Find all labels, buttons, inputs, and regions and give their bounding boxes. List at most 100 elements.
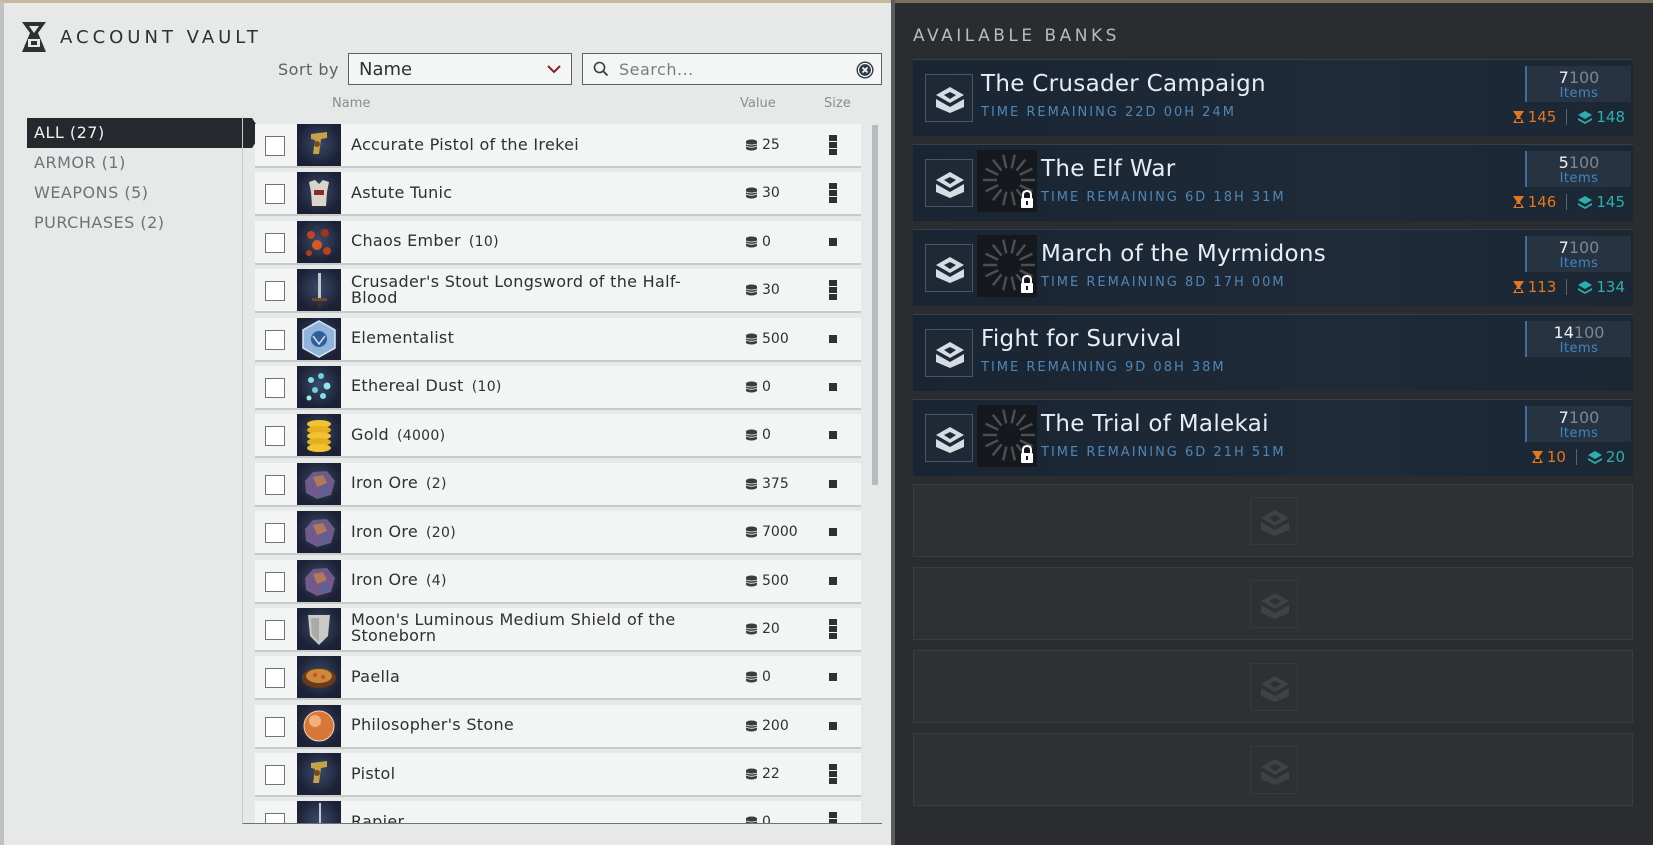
- item-list-scrollbar[interactable]: [872, 125, 878, 485]
- item-checkbox[interactable]: [265, 426, 285, 447]
- filter-all[interactable]: ALL (27): [27, 118, 262, 148]
- item-value-amount: 200: [762, 717, 789, 734]
- coin-stack-icon: [745, 816, 758, 823]
- item-checkbox[interactable]: [265, 329, 285, 350]
- bank-item-max: 100: [1573, 323, 1605, 342]
- item-quantity: (4000): [397, 427, 446, 444]
- item-checkbox[interactable]: [265, 716, 285, 737]
- bank-items-label: Items: [1559, 341, 1599, 356]
- item-checkbox[interactable]: [265, 619, 285, 640]
- item-row[interactable]: Chaos Ember (10) 0: [255, 220, 861, 263]
- vault-chest-icon: [1261, 593, 1289, 619]
- size-small-icon: [829, 237, 837, 246]
- item-checkbox[interactable]: [265, 377, 285, 398]
- gold-coins-icon: [307, 420, 331, 453]
- column-header-name[interactable]: Name: [332, 96, 370, 111]
- item-thumbnail: [297, 559, 341, 602]
- coin-stack-icon: [745, 187, 758, 199]
- item-name: Iron Ore: [351, 570, 419, 590]
- vault-logo-icon: [22, 22, 46, 52]
- item-thumbnail: [297, 801, 341, 823]
- search-input[interactable]: [619, 59, 849, 79]
- item-row[interactable]: Moon's Luminous Medium Shield of the Sto…: [255, 607, 861, 650]
- item-value: 0: [745, 801, 771, 823]
- filter-weapons[interactable]: WEAPONS (5): [27, 178, 252, 208]
- item-value: 500: [745, 560, 789, 602]
- size-tall-icon: [829, 183, 837, 204]
- lock-icon: [1021, 189, 1033, 208]
- item-checkbox[interactable]: [265, 765, 285, 786]
- empty-slot-icon-frame: [1250, 580, 1298, 628]
- bank-card[interactable]: Fight for Survival TIME REMAINING 9D 08H …: [913, 314, 1633, 391]
- item-thumbnail: [297, 704, 341, 747]
- item-row[interactable]: Astute Tunic 30: [255, 172, 861, 215]
- bank-items-label: Items: [1559, 256, 1599, 271]
- coin-stack-icon: [745, 575, 758, 587]
- filter-purchases[interactable]: PURCHASES (2): [27, 208, 252, 238]
- dust-icon: [306, 372, 331, 401]
- item-name: Elementalist: [351, 328, 455, 348]
- item-checkbox[interactable]: [265, 668, 285, 689]
- item-value-amount: 20: [762, 620, 780, 637]
- chest-stack-icon: [1578, 196, 1593, 209]
- item-row[interactable]: Accurate Pistol of the Irekei 25: [255, 124, 861, 166]
- orange-stat: 146: [1512, 193, 1556, 211]
- empty-slot-icon-frame: [1250, 663, 1298, 711]
- bank-item-count: 7: [1558, 238, 1569, 257]
- item-row[interactable]: Philosopher's Stone 200: [255, 704, 861, 747]
- item-row[interactable]: Iron Ore (4) 500: [255, 559, 861, 602]
- pistol-icon: [311, 132, 327, 154]
- item-checkbox[interactable]: [265, 813, 285, 823]
- item-row[interactable]: Ethereal Dust (10) 0: [255, 365, 861, 408]
- bank-card[interactable]: The Elf War TIME REMAINING 6D 18H 31M 5100…: [913, 144, 1633, 221]
- size-tall-icon: [829, 280, 837, 301]
- item-checkbox[interactable]: [265, 184, 285, 205]
- item-checkbox[interactable]: [265, 281, 285, 302]
- bank-stats: 145 148: [1512, 108, 1625, 126]
- search-box[interactable]: [582, 53, 882, 85]
- vault-title: ACCOUNT VAULT: [60, 26, 262, 48]
- bank-time-remaining: TIME REMAINING 22D 00H 24M: [981, 105, 1236, 120]
- item-name-cell: Ethereal Dust (10): [351, 366, 721, 408]
- bank-card[interactable]: The Trial of Malekai TIME REMAINING 6D 21…: [913, 399, 1633, 476]
- column-header-size[interactable]: Size: [824, 96, 851, 111]
- item-checkbox[interactable]: [265, 523, 285, 544]
- item-checkbox[interactable]: [265, 474, 285, 495]
- coin-stack-icon: [745, 429, 758, 441]
- orange-stat: 145: [1512, 108, 1556, 126]
- sort-label: Sort by: [278, 60, 340, 79]
- item-checkbox[interactable]: [265, 232, 285, 253]
- orange-stat-value: 10: [1546, 448, 1566, 466]
- item-thumbnail: [297, 317, 341, 360]
- item-name-cell: Accurate Pistol of the Irekei: [351, 124, 721, 166]
- item-quantity: (4): [426, 573, 447, 590]
- orange-stat-value: 113: [1527, 278, 1557, 296]
- item-row[interactable]: Gold (4000) 0: [255, 414, 861, 457]
- item-row[interactable]: Elementalist 500: [255, 317, 861, 360]
- clear-search-icon[interactable]: [855, 60, 875, 80]
- bank-card[interactable]: The Crusader Campaign TIME REMAINING 22D …: [913, 59, 1633, 136]
- bank-icon-frame: [925, 74, 973, 122]
- item-row[interactable]: Iron Ore (2) 375: [255, 462, 861, 505]
- item-quantity: (10): [471, 379, 502, 396]
- filter-armor[interactable]: ARMOR (1): [27, 148, 252, 178]
- bank-name: The Elf War: [1041, 156, 1176, 182]
- column-header-value[interactable]: Value: [740, 96, 776, 111]
- coin-stack-icon: [745, 526, 758, 538]
- item-row[interactable]: Rapier 0: [255, 801, 861, 823]
- coin-stack-icon: [745, 139, 758, 151]
- item-checkbox[interactable]: [265, 571, 285, 592]
- item-value-amount: 30: [762, 185, 780, 202]
- item-row[interactable]: Crusader's Stout Longsword of the Half-B…: [255, 269, 861, 312]
- item-thumbnail: [297, 269, 341, 312]
- item-checkbox[interactable]: [265, 136, 285, 156]
- sort-dropdown[interactable]: Name: [348, 53, 572, 85]
- account-vault-panel: ACCOUNT VAULT Sort by Name Name Value Si…: [0, 0, 891, 845]
- bank-card[interactable]: March of the Myrmidons TIME REMAINING 8D …: [913, 229, 1633, 306]
- item-value-amount: 22: [762, 766, 780, 783]
- item-row[interactable]: Paella 0: [255, 656, 861, 699]
- bank-icon-frame: [925, 159, 973, 207]
- item-row[interactable]: Iron Ore (20) 7000: [255, 511, 861, 554]
- item-row[interactable]: Pistol 22: [255, 753, 861, 796]
- bank-items-label: Items: [1559, 426, 1599, 441]
